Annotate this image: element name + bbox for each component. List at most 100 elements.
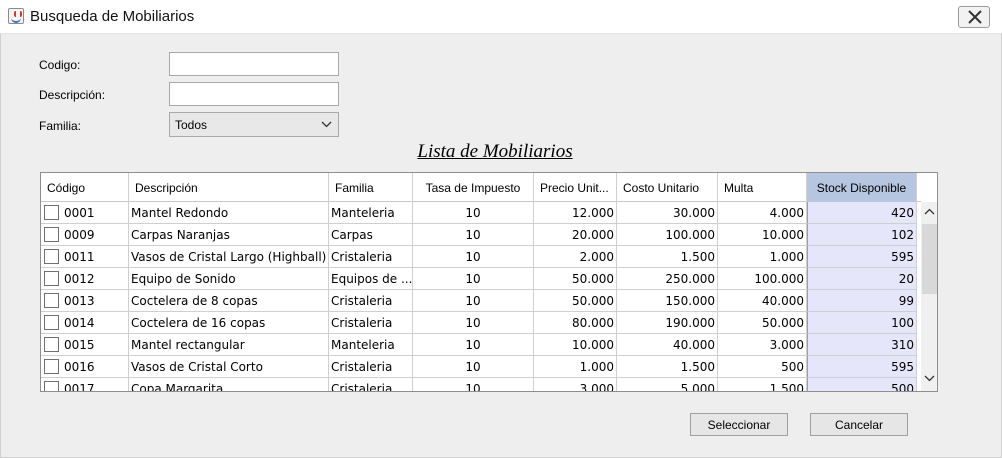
- row-checkbox[interactable]: [44, 359, 59, 374]
- table-row[interactable]: 0013 Coctelera de 8 copas Cristaleria 10 50.…: [41, 290, 921, 312]
- row-checkbox[interactable]: [44, 271, 59, 286]
- familia-selected-value: Todos: [175, 118, 208, 132]
- row-checkbox[interactable]: [44, 249, 59, 264]
- codigo-text: 0015: [64, 338, 95, 352]
- cell-tasa: 10: [413, 356, 534, 378]
- col-header-precio[interactable]: Precio Unit...: [534, 173, 617, 202]
- cell-multa: 1.500: [718, 378, 807, 391]
- vertical-scrollbar[interactable]: [921, 202, 937, 391]
- cell-familia: Manteleria: [329, 202, 413, 224]
- cell-multa: 3.000: [718, 334, 807, 356]
- familia-label: Familia:: [39, 119, 82, 133]
- cell-tasa: 10: [413, 224, 534, 246]
- cell-descripcion: Coctelera de 16 copas: [129, 312, 329, 334]
- cell-precio: 2.000: [534, 246, 617, 268]
- close-icon: [968, 10, 982, 24]
- row-checkbox[interactable]: [44, 227, 59, 242]
- seleccionar-button[interactable]: Seleccionar: [690, 413, 788, 436]
- chevron-up-icon[interactable]: [924, 208, 935, 215]
- cell-stock: 595: [807, 356, 917, 378]
- cell-precio: 80.000: [534, 312, 617, 334]
- cell-familia: Equipos de ...: [329, 268, 413, 290]
- descripcion-input[interactable]: [169, 82, 339, 106]
- cell-stock: 100: [807, 312, 917, 334]
- col-header-familia[interactable]: Familia: [329, 173, 413, 202]
- cell-stock: 20: [807, 268, 917, 290]
- cell-multa: 1.000: [718, 246, 807, 268]
- cell-costo: 250.000: [617, 268, 718, 290]
- familia-dropdown[interactable]: Todos: [169, 112, 339, 137]
- table-row[interactable]: 0017 Copa Margarita Cristaleria 10 3.000 5.00…: [41, 378, 921, 391]
- col-header-stock[interactable]: Stock Disponible: [807, 173, 917, 202]
- cell-multa: 100.000: [718, 268, 807, 290]
- cell-descripcion: Mantel rectangular: [129, 334, 329, 356]
- cell-codigo: 0012: [41, 268, 129, 290]
- cell-codigo: 0011: [41, 246, 129, 268]
- table-header: Código Descripción Familia Tasa de Impue…: [41, 173, 921, 202]
- cell-descripcion: Coctelera de 8 copas: [129, 290, 329, 312]
- cell-codigo: 0015: [41, 334, 129, 356]
- cell-precio: 10.000: [534, 334, 617, 356]
- chevron-down-icon: [321, 121, 332, 128]
- mobiliarios-table[interactable]: Código Descripción Familia Tasa de Impue…: [40, 172, 938, 392]
- cell-familia: Cristaleria: [329, 290, 413, 312]
- codigo-input[interactable]: [169, 52, 339, 76]
- cell-multa: 500: [718, 356, 807, 378]
- col-header-codigo[interactable]: Código: [41, 173, 129, 202]
- cell-familia: Cristaleria: [329, 246, 413, 268]
- cell-descripcion: Vasos de Cristal Corto: [129, 356, 329, 378]
- cell-familia: Cristaleria: [329, 378, 413, 391]
- cell-costo: 5.000: [617, 378, 718, 391]
- row-checkbox[interactable]: [44, 381, 59, 391]
- cell-tasa: 10: [413, 202, 534, 224]
- cell-costo: 1.500: [617, 246, 718, 268]
- cell-tasa: 10: [413, 268, 534, 290]
- row-checkbox[interactable]: [44, 315, 59, 330]
- row-checkbox[interactable]: [44, 337, 59, 352]
- table-row[interactable]: 0014 Coctelera de 16 copas Cristaleria 10 80…: [41, 312, 921, 334]
- cell-stock: 500: [807, 378, 917, 391]
- cell-stock: 595: [807, 246, 917, 268]
- cell-tasa: 10: [413, 312, 534, 334]
- table-row[interactable]: 0016 Vasos de Cristal Corto Cristaleria 10 1…: [41, 356, 921, 378]
- scroll-corner: [921, 173, 937, 202]
- cancelar-button[interactable]: Cancelar: [810, 413, 908, 436]
- table-row[interactable]: 0012 Equipo de Sonido Equipos de ... 10 50.0…: [41, 268, 921, 290]
- col-header-multa[interactable]: Multa: [718, 173, 807, 202]
- cell-precio: 20.000: [534, 224, 617, 246]
- cell-multa: 50.000: [718, 312, 807, 334]
- title-bar: Busqueda de Mobiliarios: [0, 0, 1002, 34]
- col-header-tasa[interactable]: Tasa de Impuesto: [413, 173, 534, 202]
- window-title: Busqueda de Mobiliarios: [30, 8, 195, 25]
- cell-familia: Carpas: [329, 224, 413, 246]
- codigo-text: 0014: [64, 316, 95, 330]
- col-header-costo[interactable]: Costo Unitario: [617, 173, 718, 202]
- cell-codigo: 0009: [41, 224, 129, 246]
- cell-descripcion: Mantel Redondo: [129, 202, 329, 224]
- cell-descripcion: Copa Margarita: [129, 378, 329, 391]
- codigo-text: 0016: [64, 360, 95, 374]
- cell-multa: 10.000: [718, 224, 807, 246]
- codigo-text: 0012: [64, 272, 95, 286]
- table-row[interactable]: 0009 Carpas Naranjas Carpas 10 20.000 100.000…: [41, 224, 921, 246]
- row-checkbox[interactable]: [44, 293, 59, 308]
- cell-precio: 50.000: [534, 290, 617, 312]
- table-row[interactable]: 0015 Mantel rectangular Manteleria 10 10.000…: [41, 334, 921, 356]
- cell-costo: 190.000: [617, 312, 718, 334]
- cell-multa: 40.000: [718, 290, 807, 312]
- codigo-text: 0011: [64, 250, 95, 264]
- chevron-down-icon[interactable]: [924, 375, 935, 382]
- row-checkbox[interactable]: [44, 205, 59, 220]
- col-header-descripcion[interactable]: Descripción: [129, 173, 329, 202]
- table-row[interactable]: 0011 Vasos de Cristal Largo (Highball) Cri…: [41, 246, 921, 268]
- java-icon: [8, 8, 24, 24]
- codigo-text: 0009: [64, 228, 95, 242]
- cell-stock: 420: [807, 202, 917, 224]
- cell-tasa: 10: [413, 290, 534, 312]
- cell-descripcion: Vasos de Cristal Largo (Highball): [129, 246, 329, 268]
- codigo-label: Codigo:: [39, 58, 81, 72]
- table-row[interactable]: 0001 Mantel Redondo Manteleria 10 12.000 30.0…: [41, 202, 921, 224]
- scrollbar-thumb[interactable]: [922, 224, 937, 294]
- close-button[interactable]: [958, 6, 990, 28]
- cell-stock: 310: [807, 334, 917, 356]
